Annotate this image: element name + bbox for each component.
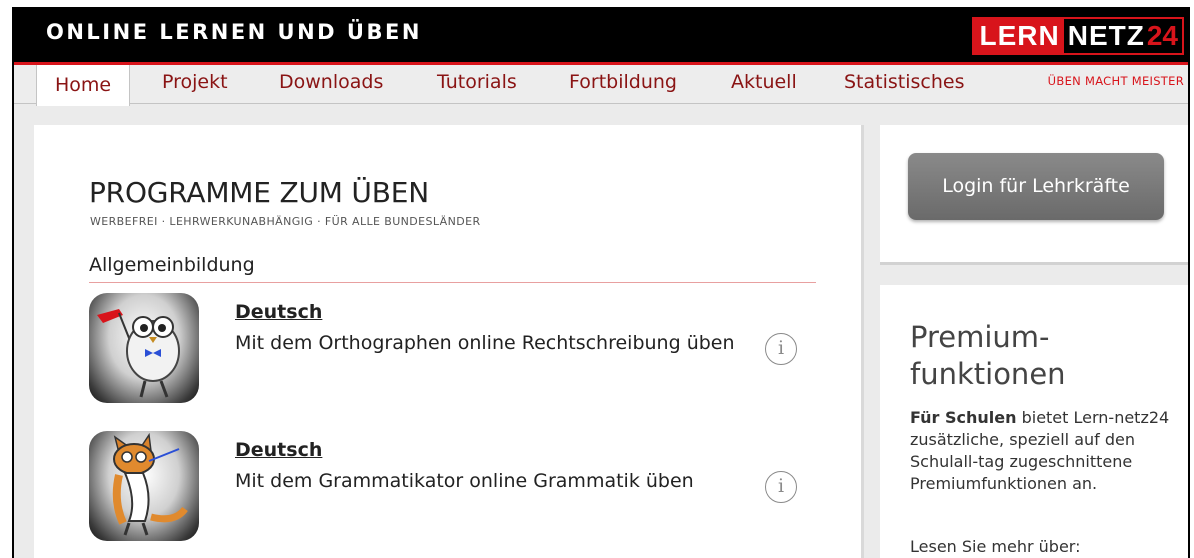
- logo-part-lern: LERN: [973, 19, 1064, 53]
- teacher-login-button[interactable]: Login für Lehrkräfte: [908, 153, 1164, 220]
- premium-title: Premium-funktionen: [910, 320, 1066, 391]
- section-heading: Allgemeinbildung: [89, 254, 255, 276]
- info-icon[interactable]: i: [765, 333, 797, 365]
- sidebar-premium-panel: Premium-funktionen Für Schulen bietet Le…: [880, 285, 1188, 558]
- nav-downloads[interactable]: Downloads: [279, 65, 383, 101]
- read-more-text: Lesen Sie mehr über:: [910, 537, 1081, 556]
- sidebar-login-panel: Login für Lehrkräfte: [880, 125, 1188, 265]
- main-content: PROGRAMME ZUM ÜBEN WERBEFREI · LEHRWERKU…: [34, 125, 864, 558]
- nav-statistisches[interactable]: Statistisches: [844, 65, 965, 101]
- slogan: ÜBEN MACHT MEISTER: [1047, 74, 1184, 88]
- owl-mascot-icon[interactable]: [89, 293, 199, 403]
- nav-home[interactable]: Home: [36, 65, 131, 106]
- lernnetz24-logo[interactable]: LERN NETZ 24: [971, 17, 1184, 55]
- nav-projekt[interactable]: Projekt: [162, 65, 228, 101]
- page-title: PROGRAMME ZUM ÜBEN: [89, 176, 429, 209]
- program-description: Mit dem Grammatikator online Grammatik ü…: [235, 470, 694, 492]
- logo-part-24: 24: [1146, 19, 1182, 53]
- page-tagline: WERBEFREI · LEHRWERKUNABHÄNGIG · FÜR ALL…: [90, 215, 481, 228]
- program-subject-link[interactable]: Deutsch: [235, 301, 322, 323]
- program-item: Deutsch Mit dem Grammatikator online Gra…: [89, 431, 819, 541]
- site-title: ONLINE LERNEN UND ÜBEN: [46, 20, 422, 44]
- site-header: ONLINE LERNEN UND ÜBEN LERN NETZ 24: [14, 9, 1188, 62]
- nav-aktuell[interactable]: Aktuell: [731, 65, 797, 101]
- nav-fortbildung[interactable]: Fortbildung: [569, 65, 677, 101]
- browser-frame: ONLINE LERNEN UND ÜBEN LERN NETZ 24 Home…: [12, 7, 1190, 558]
- premium-bold-text: Für Schulen: [910, 408, 1017, 427]
- cat-mascot-icon[interactable]: [89, 431, 199, 541]
- program-item: Deutsch Mit dem Orthographen online Rech…: [89, 293, 819, 403]
- info-icon[interactable]: i: [765, 471, 797, 503]
- nav-tutorials[interactable]: Tutorials: [437, 65, 517, 101]
- program-subject-link[interactable]: Deutsch: [235, 439, 322, 461]
- section-divider: [89, 282, 816, 283]
- logo-part-netz: NETZ: [1063, 19, 1147, 53]
- main-nav: Home Projekt Downloads Tutorials Fortbil…: [14, 62, 1188, 106]
- program-description: Mit dem Orthographen online Rechtschreib…: [235, 332, 735, 354]
- premium-description: Für Schulen bietet Lern-netz24 zusätzlic…: [910, 407, 1170, 495]
